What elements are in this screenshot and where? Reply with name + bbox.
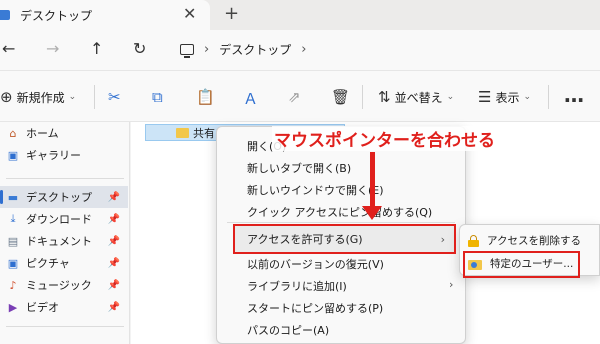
sidebar-divider [6,178,124,179]
chevron-right-icon: › [449,278,454,291]
highlight-give-access [233,224,456,254]
sidebar-item-desktop[interactable]: ▬ デスクトップ 📌 [0,186,128,208]
pin-icon: 📌 [107,279,120,291]
rename-icon: Ａ [243,90,259,108]
chevron-down-icon: ⌄ [446,92,455,102]
folder-icon [0,10,10,20]
view-button[interactable]: ☰ 表示 ⌄ [478,88,531,106]
forward-button[interactable]: → [46,39,59,58]
annotation-text: マウスポインターを合わせる [272,126,497,151]
folder-icon [176,127,189,138]
sidebar-item-downloads[interactable]: ⤓ ダウンロード 📌 [0,208,128,230]
navigation-bar: ← → ↑ ↻ › デスクトップ › [0,30,600,70]
toolbar-divider [362,85,363,109]
new-tab-button[interactable]: + [224,3,239,24]
rename-button[interactable]: Ａ [243,88,258,109]
menu-item-open-new-window[interactable]: 新しいウインドウで開く(E) [247,182,384,198]
copy-icon: ⧉ [152,88,163,106]
highlight-specific-users [463,251,580,278]
menu-item-restore-previous[interactable]: 以前のバージョンの復元(V) [247,256,384,272]
menu-divider [227,222,455,223]
cut-button[interactable]: ✂ [108,88,121,106]
sidebar-item-label: ホーム [26,127,59,140]
sidebar-item-label: ピクチャ [26,257,70,270]
pin-icon: 📌 [107,213,120,225]
new-button[interactable]: ⊕ 新規作成 ⌄ [0,88,76,106]
sidebar-item-label: ビデオ [26,301,59,314]
trash-icon: 🗑 [331,88,351,106]
more-icon: … [564,83,584,107]
tab-desktop[interactable]: デスクトップ ✕ [0,0,210,30]
annotation-arrow-line [370,152,375,208]
sidebar-item-label: デスクトップ [26,191,92,204]
music-icon: ♪ [9,278,17,292]
sidebar-item-label: ギャラリー [26,149,81,162]
sort-button[interactable]: ⇅ 並べ替え ⌄ [378,88,454,106]
menu-item-copy-path[interactable]: パスのコピー(A) [247,322,329,338]
sort-label: 並べ替え [394,90,443,105]
sidebar-item-label: ドキュメント [26,235,92,248]
tab-title: デスクトップ [20,9,93,23]
chevron-right-icon[interactable]: › [204,42,209,57]
document-icon: ▤ [7,234,19,248]
menu-item-label: アクセスを削除する [487,235,581,247]
gallery-icon: ▣ [7,148,19,162]
breadcrumb-desktop[interactable]: デスクトップ [219,41,291,58]
up-button[interactable]: ↑ [90,39,103,58]
command-bar: ⊕ 新規作成 ⌄ ✂ ⧉ 📋 Ａ ⇗ 🗑 ⇅ 並べ替え ⌄ ☰ 表示 ⌄ … [0,70,600,122]
paste-button[interactable]: 📋 [196,88,215,106]
lock-icon [468,234,479,247]
clipboard-icon: 📋 [196,88,215,106]
share-button[interactable]: ⇗ [288,88,301,106]
menu-item-open-new-tab[interactable]: 新しいタブで開く(B) [247,160,351,176]
share-icon: ⇗ [288,88,301,106]
sidebar-item-gallery[interactable]: ▣ ギャラリー [0,144,128,166]
copy-button[interactable]: ⧉ [152,88,163,106]
pin-icon: 📌 [107,257,120,269]
navigation-pane: ⌂ ホーム ▣ ギャラリー ▬ デスクトップ 📌 ⤓ ダウンロード 📌 ▤ ドキ… [0,122,130,344]
toolbar-divider [548,85,549,109]
pin-icon: 📌 [107,191,120,203]
chevron-down-icon: ⌄ [68,92,77,102]
view-label: 表示 [495,90,520,105]
sidebar-item-label: ダウンロード [26,213,92,226]
close-icon[interactable]: ✕ [183,4,196,23]
sidebar-item-videos[interactable]: ▶ ビデオ 📌 [0,296,128,318]
refresh-button[interactable]: ↻ [133,39,146,58]
sort-icon: ⇅ [378,88,391,106]
new-label: 新規作成 [16,90,65,105]
download-icon: ⤓ [10,212,16,225]
menu-item-pin-quick-access[interactable]: クイック アクセスにピン留めする(Q) [247,204,432,220]
back-button[interactable]: ← [2,39,15,58]
pin-icon: 📌 [107,301,120,313]
chevron-right-icon[interactable]: › [301,42,306,57]
tab-bar: デスクトップ ✕ + [0,0,600,30]
sidebar-item-pictures[interactable]: ▣ ピクチャ 📌 [0,252,128,274]
sidebar-item-home[interactable]: ⌂ ホーム [0,122,128,144]
chevron-down-icon: ⌄ [523,92,532,102]
home-icon: ⌂ [9,126,17,140]
delete-button[interactable]: 🗑 [331,88,350,106]
video-icon: ▶ [8,300,18,314]
menu-item-pin-start[interactable]: スタートにピン留めする(P) [247,300,383,316]
toolbar-divider [94,85,95,109]
menu-item-remove-access[interactable]: アクセスを削除する [468,233,581,248]
address-bar[interactable]: › デスクトップ › [180,41,306,58]
plus-circle-icon: ⊕ [0,88,13,106]
sidebar-divider [6,326,124,327]
more-options-button[interactable]: … [564,83,584,107]
scissors-icon: ✂ [108,88,121,106]
desktop-icon: ▬ [7,190,19,204]
view-list-icon: ☰ [478,88,492,106]
pin-icon: 📌 [107,235,120,247]
pictures-icon: ▣ [7,256,19,270]
arrow-down-icon [362,206,382,220]
sidebar-item-label: ミュージック [26,279,92,292]
this-pc-icon [180,44,194,58]
sidebar-item-music[interactable]: ♪ ミュージック 📌 [0,274,128,296]
sidebar-item-documents[interactable]: ▤ ドキュメント 📌 [0,230,128,252]
menu-item-include-library[interactable]: ライブラリに追加(I) [247,278,347,294]
